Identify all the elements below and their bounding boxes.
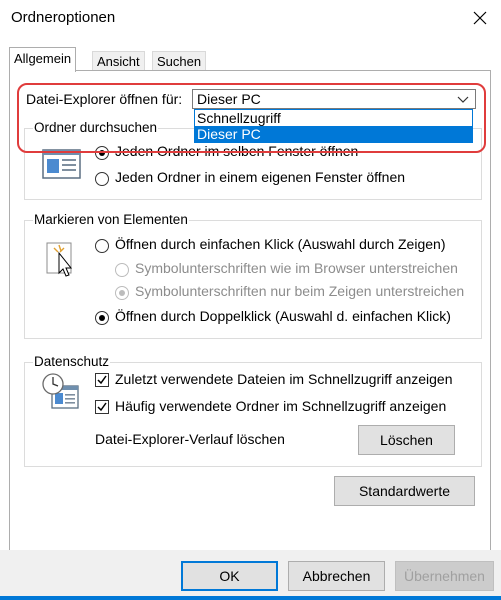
checkmark-icon [97,402,107,412]
open-for-label: Datei-Explorer öffnen für: [26,91,183,107]
dropdown-option-dieser-pc[interactable]: Dieser PC [195,126,472,142]
radio-new-window-label: Jeden Ordner in einem eigenen Fenster öf… [115,169,406,185]
close-button[interactable] [466,4,494,32]
privacy-group-legend: Datenschutz [33,354,111,369]
cancel-button[interactable]: Abbrechen [288,561,385,591]
ok-button[interactable]: OK [181,561,278,591]
open-for-select[interactable]: Dieser PC [192,89,476,109]
radio-underline-always-label: Symbolunterschriften wie im Browser unte… [135,260,458,276]
clear-history-label: Datei-Explorer-Verlauf löschen [95,431,285,447]
folder-window-icon [42,147,82,186]
radio-single-click-label: Öffnen durch einfachen Klick (Auswahl du… [115,236,446,252]
tab-suchen[interactable]: Suchen [152,51,207,72]
clear-history-button[interactable]: Löschen [358,425,455,455]
window-bottom-border [0,596,501,600]
apply-button[interactable]: Übernehmen [395,561,494,591]
close-icon [473,11,487,25]
open-for-value: Dieser PC [197,91,261,107]
tab-ansicht[interactable]: Ansicht [92,51,145,72]
radio-single-click[interactable] [95,239,109,253]
click-group-legend: Markieren von Elementen [33,212,189,227]
radio-underline-always[interactable] [115,263,129,277]
radio-same-window[interactable] [95,146,109,160]
window-title: Ordneroptionen [11,9,116,26]
radio-same-window-label: Jeden Ordner im selben Fenster öffnen [115,143,359,159]
click-pointer-icon [43,240,79,283]
checkbox-recent-files-label: Zuletzt verwendete Dateien im Schnellzug… [115,371,453,387]
checkmark-icon [97,375,107,385]
radio-new-window[interactable] [95,172,109,186]
checkbox-frequent-folders-label: Häufig verwendete Ordner im Schnellzugri… [115,398,447,414]
checkbox-recent-files[interactable] [95,373,109,387]
radio-underline-hover[interactable] [115,286,129,300]
chevron-down-icon [457,96,469,103]
open-for-dropdown-list: Schnellzugriff Dieser PC [194,109,473,143]
radio-underline-hover-label: Symbolunterschriften nur beim Zeigen unt… [135,283,465,299]
restore-defaults-button[interactable]: Standardwerte [334,476,475,506]
recent-files-icon [40,372,82,415]
radio-double-click-label: Öffnen durch Doppelklick (Auswahl d. ein… [115,308,451,324]
title-bar: Ordneroptionen [0,0,501,38]
checkbox-frequent-folders[interactable] [95,400,109,414]
tab-allgemein[interactable]: Allgemein [9,47,77,72]
browse-group-legend: Ordner durchsuchen [33,120,159,135]
radio-double-click[interactable] [95,311,109,325]
dropdown-option-schnellzugriff[interactable]: Schnellzugriff [195,110,472,126]
